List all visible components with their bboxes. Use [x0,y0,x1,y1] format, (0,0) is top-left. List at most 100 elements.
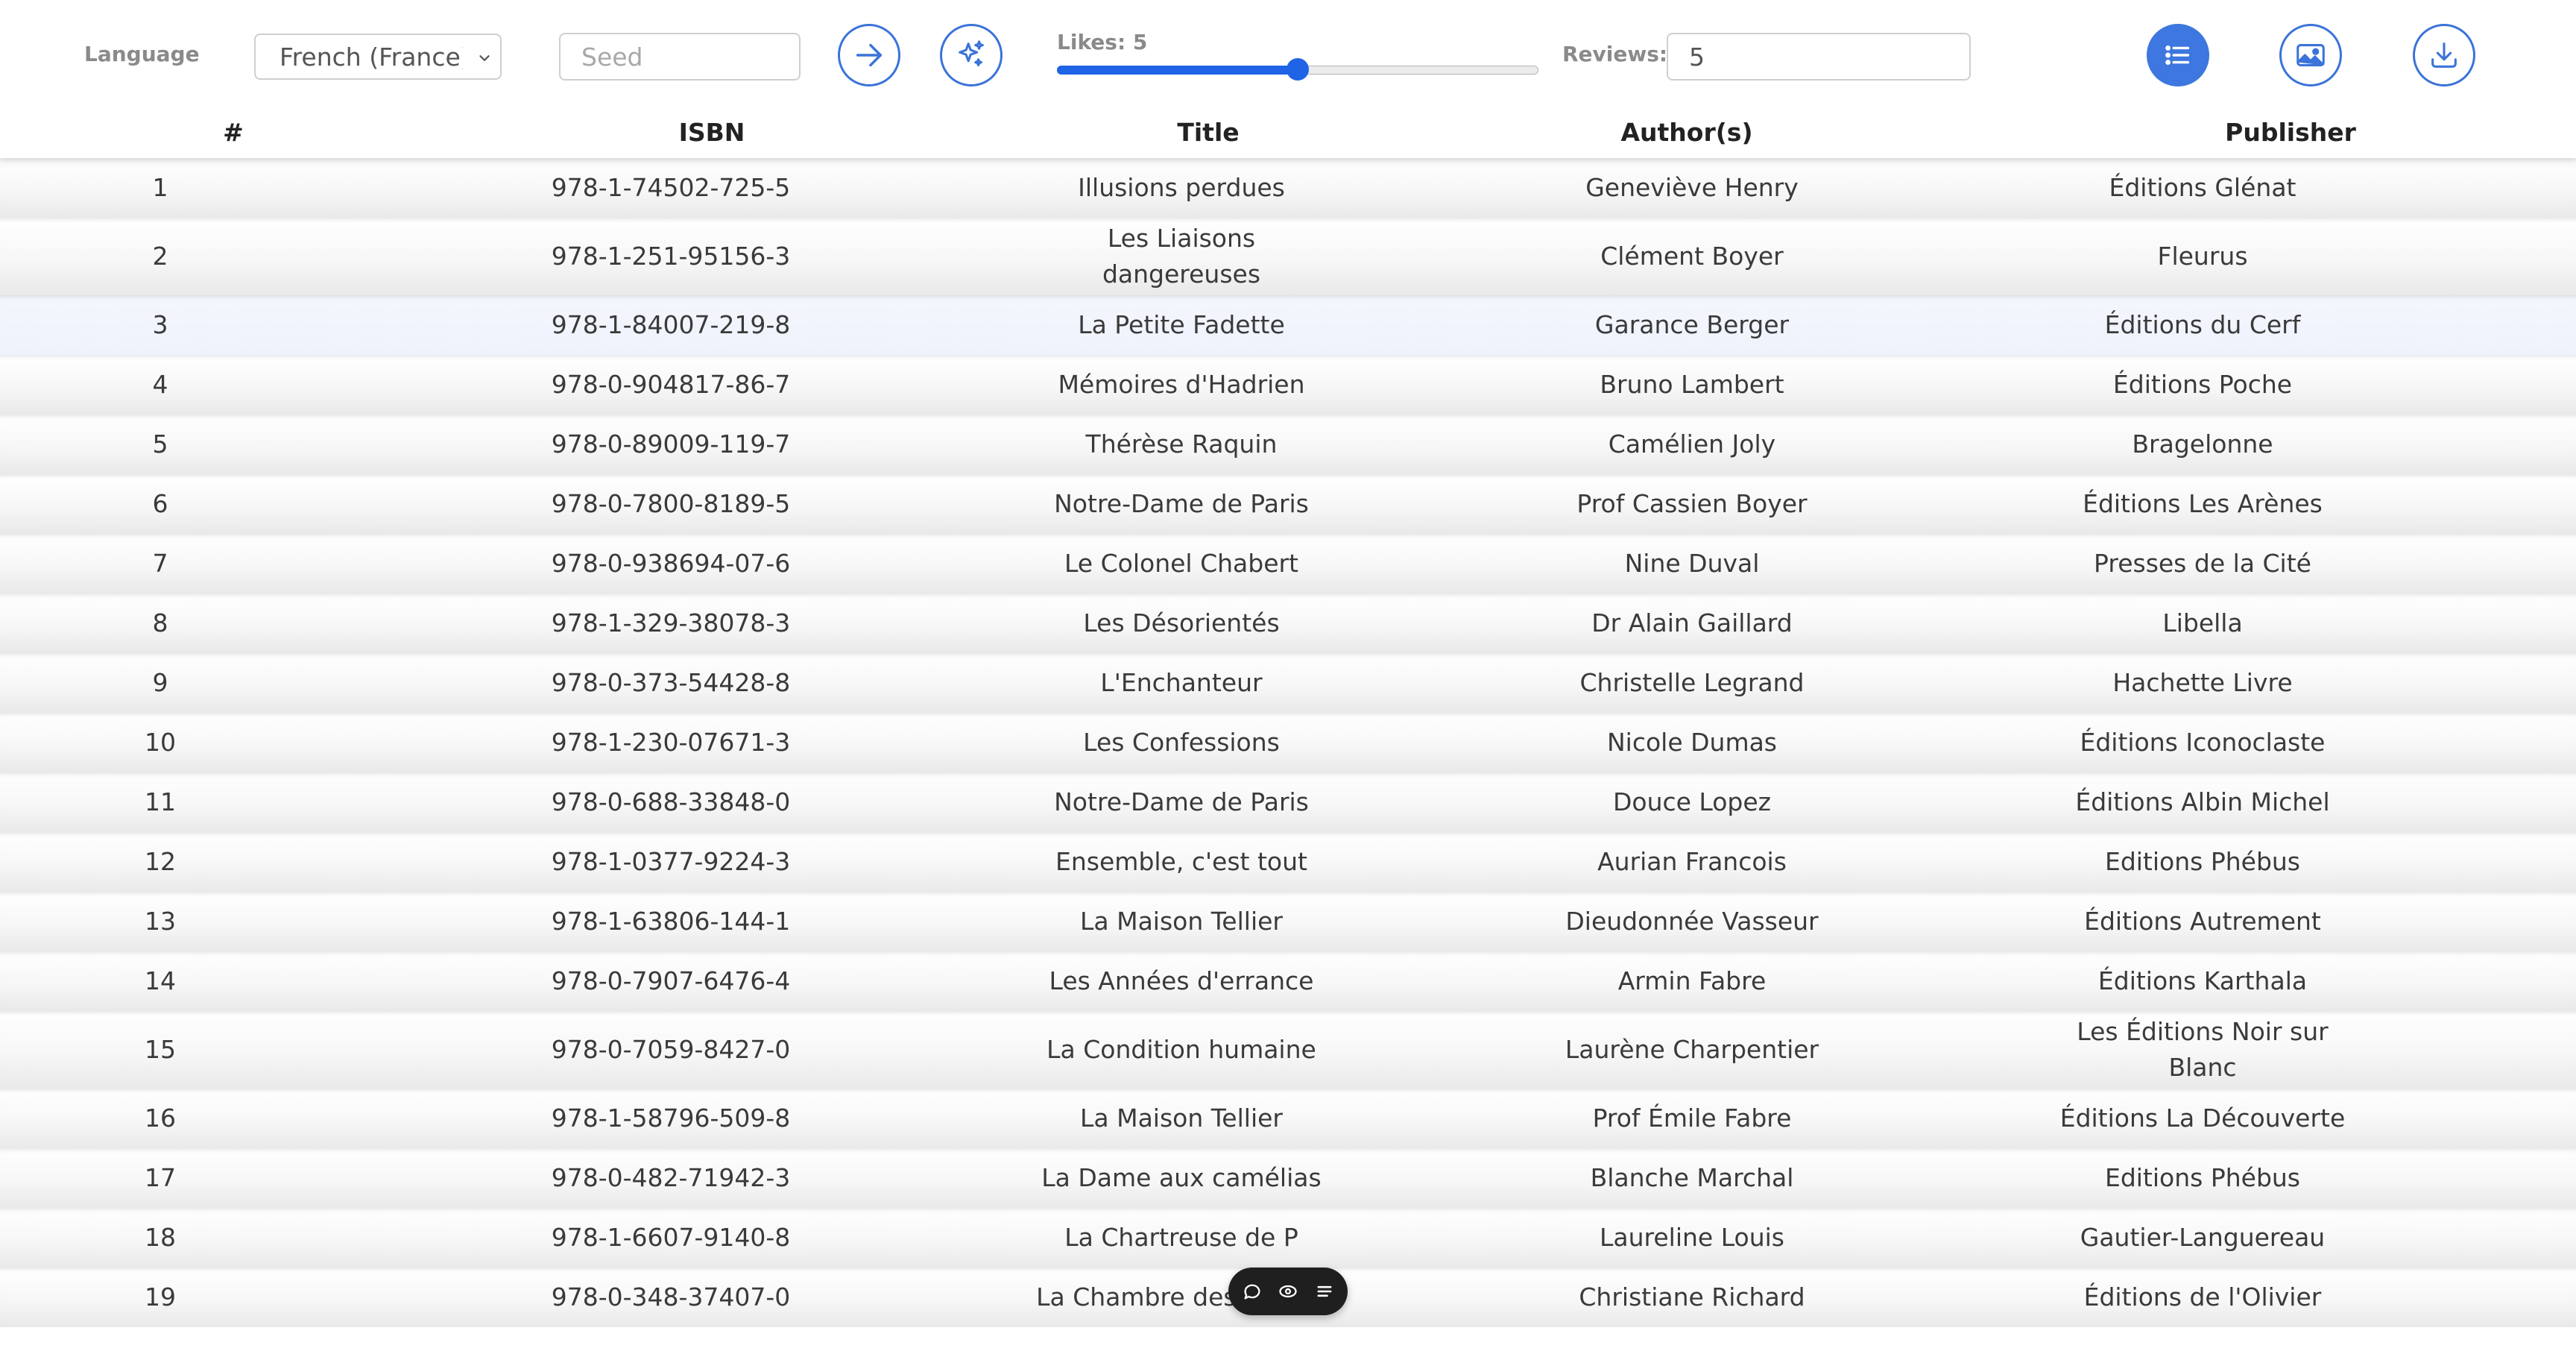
column-header-isbn[interactable]: ISBN [679,118,745,147]
table-row[interactable]: 3 978-1-84007-219-8 La Petite Fadette Garan… [0,295,2576,355]
image-icon [2296,44,2325,66]
cell-title: Notre-Dame de Paris [1054,787,1309,816]
cell-number: 16 [145,1103,176,1133]
table-row[interactable]: 12 978-1-0377-9224-3 Ensemble, c'est tout A… [0,832,2576,892]
cell-author: Nine Duval [1624,549,1760,578]
column-header-authors[interactable]: Author(s) [1620,118,1752,147]
table-row[interactable]: 1 978-1-74502-725-5 Illusions perdues Genev… [0,158,2576,218]
list-icon [2165,45,2190,66]
table-row[interactable]: 4 978-0-904817-86-7 Mémoires d'Hadrien Brun… [0,355,2576,415]
cell-publisher: Éditions Autrement [2084,907,2321,936]
likes-label: Likes: 5 [1057,30,1148,54]
cell-number: 7 [152,549,168,578]
cell-number: 19 [145,1282,176,1312]
table-row[interactable]: 8 978-1-329-38078-3 Les Désorientés Dr Alai… [0,594,2576,653]
cell-number: 9 [152,668,168,697]
cell-number: 14 [145,966,176,995]
language-select-value: French (France) [280,42,463,72]
table-row[interactable]: 15 978-0-7059-8427-0 La Condition humaine L… [0,1011,2576,1089]
cell-isbn: 978-1-84007-219-8 [551,310,791,339]
cell-publisher: Gautier-Languereau [2080,1223,2326,1252]
cell-number: 5 [152,429,168,459]
cell-title: Les Liaisons dangereuses [1102,224,1261,289]
cell-title: L'Enchanteur [1100,668,1263,697]
seed-input[interactable] [559,33,801,81]
table-row[interactable]: 5 978-0-89009-119-7 Thérèse Raquin Camélien… [0,415,2576,474]
likes-slider-fill [1057,66,1298,75]
random-seed-button[interactable] [940,24,1003,86]
language-select[interactable]: French (France) [254,34,502,80]
eye-icon[interactable] [1275,1279,1301,1304]
page: Language French (France) Likes: 5 Review… [0,0,2576,1357]
cell-isbn: 978-1-58796-509-8 [551,1103,791,1133]
cell-title: La Condition humaine [1046,1035,1316,1064]
cell-title: Les Désorientés [1083,608,1280,637]
table-row[interactable]: 10 978-1-230-07671-3 Les Confessions Nicole… [0,713,2576,772]
cell-number: 6 [152,489,168,518]
download-icon [2431,42,2457,68]
table-row[interactable]: 2 978-1-251-95156-3 Les Liaisons dangereus… [0,218,2576,295]
next-button[interactable] [838,24,900,86]
gallery-view-button[interactable] [2279,24,2342,86]
table-row[interactable]: 7 978-0-938694-07-6 Le Colonel Chabert Nine… [0,534,2576,594]
cell-number: 12 [145,847,176,876]
table-row[interactable]: 13 978-1-63806-144-1 La Maison Tellier Dieu… [0,892,2576,951]
table-row[interactable]: 17 978-0-482-71942-3 La Dame aux camélias B… [0,1148,2576,1208]
cell-author: Christelle Legrand [1579,668,1805,697]
likes-slider-thumb[interactable] [1287,58,1309,81]
cell-number: 15 [145,1035,176,1064]
cell-author: Laureline Louis [1600,1223,1784,1252]
cell-publisher: Les Éditions Noir sur Blanc [2077,1017,2329,1082]
table-row[interactable]: 18 978-1-6607-9140-8 La Chartreuse de P Lau… [0,1208,2576,1268]
likes-slider[interactable] [1057,58,1538,81]
cell-author: Prof Émile Fabre [1592,1103,1792,1133]
table-row[interactable]: 11 978-0-688-33848-0 Notre-Dame de Paris Do… [0,772,2576,832]
column-header-publisher[interactable]: Publisher [2225,118,2356,147]
cell-author: Bruno Lambert [1600,370,1784,399]
cell-publisher: Hachette Livre [2112,668,2293,697]
table-row[interactable]: 6 978-0-7800-8189-5 Notre-Dame de Paris Pro… [0,474,2576,534]
cell-publisher: Libella [2162,608,2243,637]
cell-publisher: Éditions Albin Michel [2075,787,2330,816]
list-view-button[interactable] [2147,24,2209,86]
cell-isbn: 978-0-482-71942-3 [551,1163,791,1192]
table-row[interactable]: 9 978-0-373-54428-8 L'Enchanteur Christelle… [0,653,2576,713]
cell-title: La Maison Tellier [1080,907,1283,936]
menu-icon[interactable] [1312,1279,1337,1304]
column-header-number[interactable]: # [223,118,244,147]
comment-icon[interactable] [1240,1279,1265,1304]
table-row[interactable]: 14 978-0-7907-6476-4 Les Années d'errance A… [0,951,2576,1011]
cell-publisher: Éditions Glénat [2109,173,2296,202]
table-row[interactable]: 16 978-1-58796-509-8 La Maison Tellier Prof… [0,1089,2576,1148]
reviews-label: Reviews: [1562,42,1668,66]
cell-publisher: Bragelonne [2132,429,2273,459]
cell-author: Christiane Richard [1579,1282,1805,1312]
cell-author: Armin Fabre [1617,966,1767,995]
cell-number: 8 [152,608,168,637]
cell-author: Clément Boyer [1600,242,1784,271]
cell-number: 18 [145,1223,176,1252]
export-button[interactable] [2413,24,2475,86]
chevron-down-icon [479,55,490,61]
cell-isbn: 978-1-63806-144-1 [551,907,791,936]
cell-number: 11 [145,787,176,816]
cell-title: Notre-Dame de Paris [1054,489,1309,518]
cell-author: Garance Berger [1594,310,1790,339]
reviews-input[interactable] [1667,33,1971,81]
cell-author: Camélien Joly [1608,429,1776,459]
cell-author: Dieudonnée Vasseur [1565,907,1819,936]
cell-title: Le Colonel Chabert [1064,549,1298,578]
cell-isbn: 978-0-938694-07-6 [551,549,791,578]
toolbar: Language French (France) Likes: 5 Review… [0,0,2576,112]
cell-isbn: 978-0-7800-8189-5 [551,489,791,518]
cell-isbn: 978-1-230-07671-3 [551,728,791,757]
cell-publisher: Éditions du Cerf [2104,310,2301,339]
arrow-right-icon [856,43,883,67]
cell-isbn: 978-1-251-95156-3 [551,242,791,271]
floating-toolbar [1228,1268,1348,1315]
cell-isbn: 978-1-74502-725-5 [551,173,791,202]
cell-title: Les Confessions [1083,728,1280,757]
cell-number: 1 [152,173,168,202]
column-header-title[interactable]: Title [1177,118,1239,147]
cell-title: Thérèse Raquin [1085,429,1278,459]
